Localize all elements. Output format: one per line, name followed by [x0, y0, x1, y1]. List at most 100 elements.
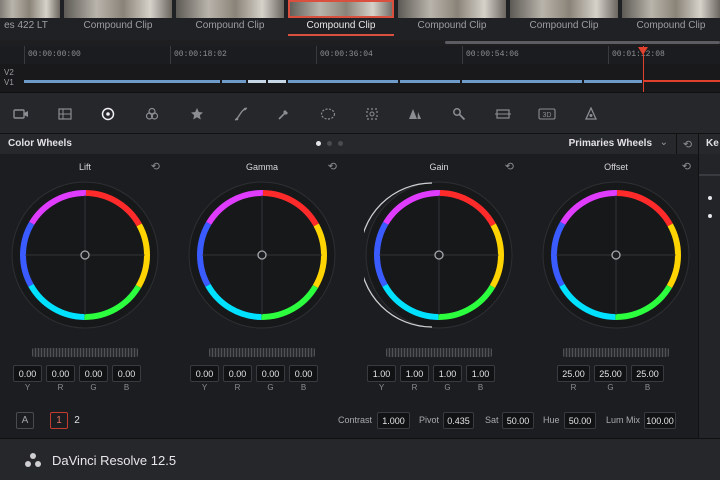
- lift-b-value[interactable]: 0.00: [112, 365, 141, 382]
- chevron-down-icon[interactable]: ⌄: [660, 137, 668, 148]
- gamma-values: 0.00 0.00 0.00 0.00: [190, 365, 318, 382]
- clip-thumbnail[interactable]: Compound Clip: [622, 0, 720, 36]
- sizing-icon[interactable]: [493, 104, 513, 124]
- gamma-b-value[interactable]: 0.00: [289, 365, 318, 382]
- gamma-wheel-group: Gamma ⟲ 0.00 0.00 0.00 0.00 Y R G B: [177, 154, 347, 404]
- clip-thumbnail[interactable]: es 422 LT: [0, 0, 60, 36]
- channel-label: B: [644, 383, 651, 392]
- timeline-clip[interactable]: [462, 80, 582, 83]
- gamma-g-value[interactable]: 0.00: [256, 365, 285, 382]
- gain-y-value[interactable]: 1.00: [367, 365, 396, 382]
- reset-icon[interactable]: ⟲: [328, 160, 337, 173]
- a-mode-button[interactable]: A: [16, 412, 34, 429]
- app-footer: DaVinci Resolve 12.5: [0, 438, 720, 480]
- keyframe-dot[interactable]: [708, 196, 712, 200]
- timeline-clip[interactable]: [24, 80, 220, 83]
- timecode-label: 00:00:54:06: [466, 50, 519, 59]
- page-dot[interactable]: [338, 141, 343, 146]
- pivot-field[interactable]: 0.435: [443, 412, 474, 429]
- wheel-mode-select[interactable]: Primaries Wheels: [569, 138, 652, 149]
- pivot-label: Pivot: [419, 415, 440, 425]
- channel-label: Y: [24, 383, 31, 392]
- gain-color-wheel[interactable]: [364, 180, 514, 330]
- key-icon[interactable]: [449, 104, 469, 124]
- clip-thumbnail[interactable]: Compound Clip: [398, 0, 506, 36]
- timeline-tracks[interactable]: V2 V1: [0, 64, 720, 92]
- offset-master-wheel[interactable]: [563, 348, 669, 357]
- clip-thumbnail-image: [622, 0, 720, 18]
- render-range-bar: [643, 80, 720, 82]
- offset-g-value[interactable]: 25.00: [594, 365, 627, 382]
- motion-effects-icon[interactable]: [187, 104, 207, 124]
- keyframes-title: Ke: [706, 138, 719, 149]
- camera-icon[interactable]: [11, 104, 31, 124]
- contrast-label: Contrast: [338, 415, 373, 425]
- color-wheels-icon[interactable]: [98, 104, 118, 124]
- gamma-y-value[interactable]: 0.00: [190, 365, 219, 382]
- contrast-field[interactable]: 1.000: [377, 412, 410, 429]
- blur-icon[interactable]: [405, 104, 425, 124]
- timeline-clip[interactable]: [222, 80, 246, 83]
- gain-r-value[interactable]: 1.00: [400, 365, 429, 382]
- lift-y-value[interactable]: 0.00: [13, 365, 42, 382]
- gain-master-wheel[interactable]: [386, 348, 492, 357]
- wheel-title: Gain: [429, 162, 449, 172]
- reset-icon[interactable]: ⟲: [505, 160, 514, 173]
- lift-color-wheel[interactable]: [10, 180, 160, 330]
- offset-r-value[interactable]: 25.00: [557, 365, 590, 382]
- grid-icon[interactable]: [55, 104, 75, 124]
- reset-icon[interactable]: ⟲: [151, 160, 160, 173]
- clip-label: Compound Clip: [636, 20, 706, 31]
- clip-thumbnail[interactable]: Compound Clip: [64, 0, 172, 36]
- channel-label: G: [607, 383, 614, 392]
- 3d-icon[interactable]: 3D: [537, 104, 557, 124]
- reset-icon[interactable]: ⟲: [682, 160, 691, 173]
- gain-wheel-group: Gain ⟲ 1.00 1.00 1.00 1.00 Y R G B: [354, 154, 524, 404]
- gallery-icon[interactable]: [581, 104, 601, 124]
- channel-label: B: [123, 383, 130, 392]
- app-name: DaVinci Resolve 12.5: [52, 453, 177, 468]
- timecode-label: 00:00:18:02: [174, 50, 227, 59]
- page-2-button[interactable]: 2: [68, 412, 86, 429]
- lift-g-value[interactable]: 0.00: [79, 365, 108, 382]
- clip-thumbnail-image: [64, 0, 172, 18]
- timeline-clip[interactable]: [268, 80, 286, 83]
- gamma-r-value[interactable]: 0.00: [223, 365, 252, 382]
- qualifier-icon[interactable]: [274, 104, 294, 124]
- lum-mix-field[interactable]: 100.00: [644, 412, 676, 429]
- offset-b-value[interactable]: 25.00: [631, 365, 664, 382]
- offset-color-wheel[interactable]: [541, 180, 691, 330]
- window-icon[interactable]: [318, 104, 338, 124]
- curves-icon[interactable]: [231, 104, 251, 124]
- tracker-icon[interactable]: [362, 104, 382, 124]
- offset-values: 25.00 25.00 25.00: [557, 365, 664, 382]
- keyframe-dot[interactable]: [708, 214, 712, 218]
- sat-field[interactable]: 50.00: [502, 412, 534, 429]
- clip-thumbnail-selected[interactable]: Compound Clip: [288, 0, 394, 36]
- hue-field[interactable]: 50.00: [564, 412, 596, 429]
- page-1-button[interactable]: 1: [50, 412, 68, 429]
- clip-thumbnail[interactable]: Compound Clip: [176, 0, 284, 36]
- page-dot-active[interactable]: [316, 141, 321, 146]
- gain-b-value[interactable]: 1.00: [466, 365, 495, 382]
- timeline-clip[interactable]: [400, 80, 460, 83]
- clip-strip-scrollbar[interactable]: [445, 41, 720, 44]
- lift-master-wheel[interactable]: [32, 348, 138, 357]
- timeline-clip[interactable]: [248, 80, 266, 83]
- playhead-handle[interactable]: [638, 47, 648, 55]
- ruler-tick: [170, 46, 171, 64]
- clip-label: Compound Clip: [83, 20, 153, 31]
- gamma-color-wheel[interactable]: [187, 180, 337, 330]
- reset-all-icon[interactable]: ⟲: [676, 134, 698, 154]
- gamma-master-wheel[interactable]: [209, 348, 315, 357]
- offset-channel-labels: R G B: [557, 383, 664, 392]
- timeline-clip[interactable]: [584, 80, 642, 83]
- rgb-mixer-icon[interactable]: [142, 104, 162, 124]
- timeline-ruler[interactable]: 00:00:00:00 00:00:18:02 00:00:36:04 00:0…: [0, 46, 720, 64]
- gain-g-value[interactable]: 1.00: [433, 365, 462, 382]
- timeline-clip[interactable]: [288, 80, 398, 83]
- clip-label: Compound Clip: [306, 20, 376, 31]
- clip-thumbnail[interactable]: Compound Clip: [510, 0, 618, 36]
- lift-r-value[interactable]: 0.00: [46, 365, 75, 382]
- page-dot[interactable]: [327, 141, 332, 146]
